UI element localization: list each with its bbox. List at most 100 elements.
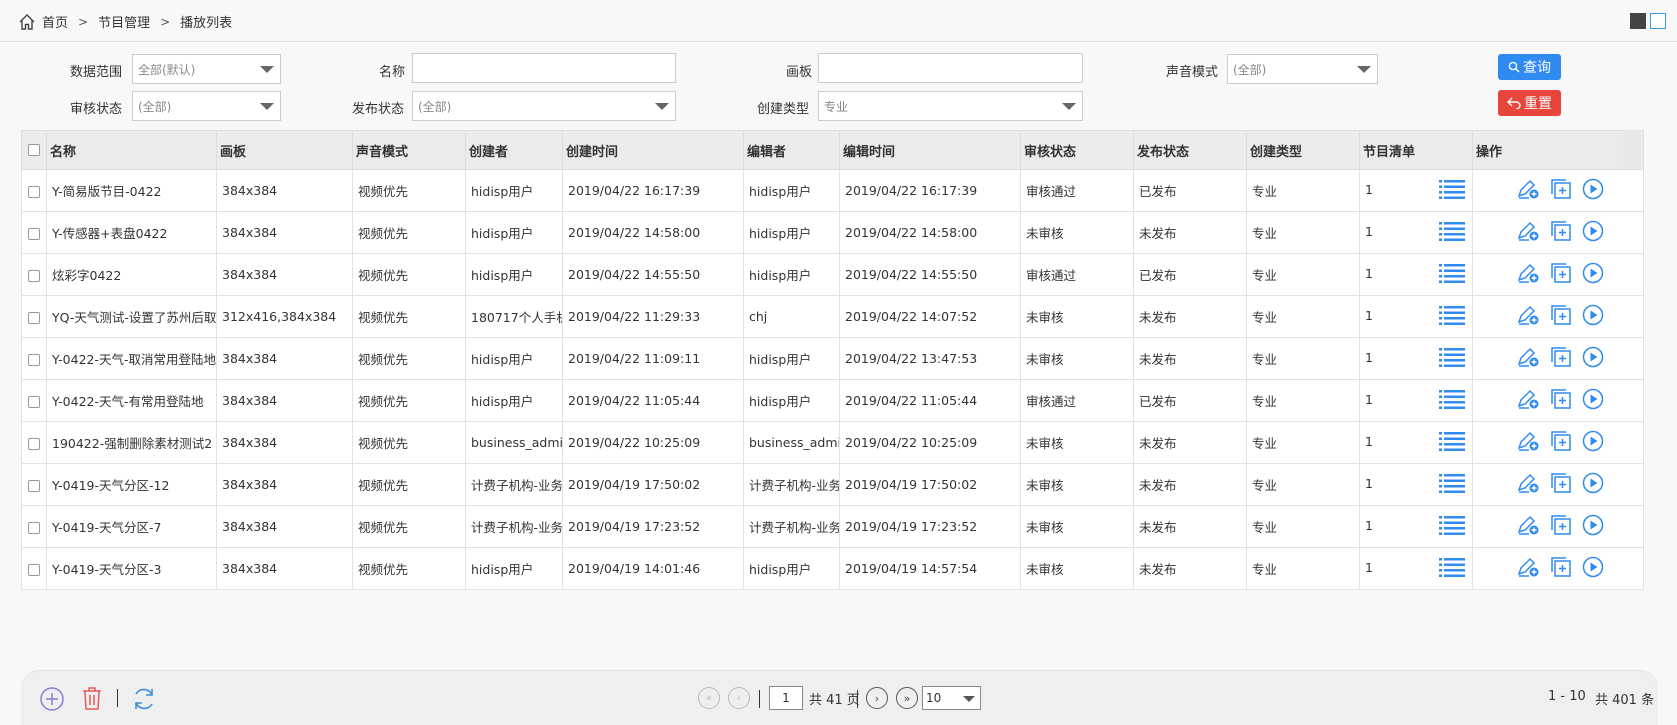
row-checkbox[interactable] [21, 379, 47, 422]
column-header[interactable]: 声音模式 [352, 130, 466, 170]
list-icon[interactable] [1438, 557, 1465, 580]
play-icon[interactable] [1582, 388, 1604, 413]
table-row[interactable]: Y-0419-天气分区-7 384x384 视频优先 计费子机构-业务 2019/04/… [21, 505, 1644, 548]
play-icon[interactable] [1582, 556, 1604, 581]
sound-mode-select[interactable]: (全部) [1227, 54, 1378, 84]
next-page-icon[interactable]: › [866, 687, 888, 709]
grid-view-icon[interactable] [1630, 13, 1646, 29]
column-header[interactable]: 创建者 [465, 130, 563, 170]
table-row[interactable]: 190422-强制删除素材测试2 384x384 视频优先 business_admi… [21, 421, 1644, 464]
publish-status-select[interactable]: (全部) [412, 91, 676, 121]
play-icon[interactable] [1582, 178, 1604, 203]
edit-icon[interactable] [1516, 346, 1540, 371]
reset-button[interactable]: 重置 [1498, 90, 1561, 116]
list-icon[interactable] [1438, 389, 1465, 412]
first-page-icon[interactable]: « [698, 687, 720, 709]
play-icon[interactable] [1582, 514, 1604, 539]
column-header[interactable]: 编辑者 [743, 130, 840, 170]
copy-icon[interactable] [1550, 262, 1572, 287]
last-page-icon[interactable]: » [896, 687, 918, 709]
list-icon[interactable] [1438, 263, 1465, 286]
column-header[interactable]: 发布状态 [1133, 130, 1247, 170]
copy-icon[interactable] [1550, 388, 1572, 413]
row-checkbox[interactable] [21, 169, 47, 212]
play-icon[interactable] [1582, 472, 1604, 497]
prev-page-icon[interactable]: ‹ [728, 687, 750, 709]
copy-icon[interactable] [1550, 304, 1572, 329]
review-status-cell: 未审核 [1020, 337, 1134, 380]
column-header[interactable]: 画板 [216, 130, 353, 170]
list-icon[interactable] [1438, 515, 1465, 538]
table-row[interactable]: Y-0419-天气分区-12 384x384 视频优先 计费子机构-业务 2019/04… [21, 463, 1644, 506]
data-range-select[interactable]: 全部(默认) [132, 54, 281, 84]
select-all-checkbox[interactable] [21, 130, 47, 170]
list-icon[interactable] [1438, 431, 1465, 454]
table-row[interactable]: Y-0422-天气-取消常用登陆地 384x384 视频优先 hidisp用户 2019… [21, 337, 1644, 380]
edit-icon[interactable] [1516, 556, 1540, 581]
play-icon[interactable] [1582, 220, 1604, 245]
page-size-select[interactable]: 10 [922, 686, 981, 710]
table-row[interactable]: Y-简易版节目-0422 384x384 视频优先 hidisp用户 2019/04/2… [21, 169, 1644, 212]
edit-icon[interactable] [1516, 178, 1540, 203]
breadcrumb-program-management[interactable]: 节目管理 [98, 12, 150, 31]
play-icon[interactable] [1582, 430, 1604, 455]
edit-icon[interactable] [1516, 472, 1540, 497]
play-icon[interactable] [1582, 304, 1604, 329]
review-status-select[interactable]: (全部) [132, 91, 281, 121]
query-button[interactable]: 查询 [1498, 54, 1561, 80]
edit-icon[interactable] [1516, 388, 1540, 413]
copy-icon[interactable] [1550, 430, 1572, 455]
table-scrollbar[interactable] [1623, 130, 1641, 169]
row-checkbox[interactable] [21, 505, 47, 548]
chevron-right-icon: > [160, 14, 171, 29]
add-icon[interactable] [39, 686, 65, 712]
row-checkbox[interactable] [21, 337, 47, 380]
column-header[interactable]: 名称 [46, 130, 217, 170]
row-checkbox[interactable] [21, 253, 47, 296]
edit-icon[interactable] [1516, 430, 1540, 455]
row-checkbox[interactable] [21, 547, 47, 590]
name-cell: Y-0419-天气分区-3 [46, 547, 217, 590]
copy-icon[interactable] [1550, 472, 1572, 497]
edit-icon[interactable] [1516, 304, 1540, 329]
panel-input[interactable] [818, 53, 1083, 83]
row-checkbox[interactable] [21, 421, 47, 464]
list-icon[interactable] [1438, 473, 1465, 496]
column-header[interactable]: 编辑时间 [839, 130, 1021, 170]
create-type-select[interactable]: 专业 [818, 91, 1083, 121]
table-row[interactable]: 炫彩字0422 384x384 视频优先 hidisp用户 2019/04/22 14:… [21, 253, 1644, 296]
edit-time-cell: 2019/04/22 14:58:00 [839, 211, 1021, 254]
list-icon[interactable] [1438, 347, 1465, 370]
column-header[interactable]: 创建时间 [562, 130, 744, 170]
copy-icon[interactable] [1550, 346, 1572, 371]
copy-icon[interactable] [1550, 220, 1572, 245]
column-header[interactable]: 创建类型 [1246, 130, 1360, 170]
edit-icon[interactable] [1516, 514, 1540, 539]
column-header[interactable]: 审核状态 [1020, 130, 1134, 170]
row-checkbox[interactable] [21, 295, 47, 338]
table-row[interactable]: Y-0419-天气分区-3 384x384 视频优先 hidisp用户 2019/04/… [21, 547, 1644, 590]
row-checkbox[interactable] [21, 463, 47, 506]
table-row[interactable]: YQ-天气测试-设置了苏州后取 312x416,384x384 视频优先 180717… [21, 295, 1644, 338]
list-icon[interactable] [1438, 221, 1465, 244]
table-row[interactable]: Y-传感器+表盘0422 384x384 视频优先 hidisp用户 2019/04/2… [21, 211, 1644, 254]
delete-icon[interactable] [80, 685, 104, 711]
play-icon[interactable] [1582, 346, 1604, 371]
column-header[interactable]: 节目清单 [1359, 130, 1473, 170]
copy-icon[interactable] [1550, 556, 1572, 581]
home-icon[interactable] [18, 13, 36, 31]
list-icon[interactable] [1438, 179, 1465, 202]
page-number-input[interactable]: 1 [769, 686, 803, 710]
table-row[interactable]: Y-0422-天气-有常用登陆地 384x384 视频优先 hidisp用户 2019/… [21, 379, 1644, 422]
breadcrumb-home[interactable]: 首页 [42, 12, 68, 31]
copy-icon[interactable] [1550, 178, 1572, 203]
edit-icon[interactable] [1516, 262, 1540, 287]
row-checkbox[interactable] [21, 211, 47, 254]
copy-icon[interactable] [1550, 514, 1572, 539]
list-view-icon[interactable] [1650, 13, 1666, 29]
list-icon[interactable] [1438, 305, 1465, 328]
edit-icon[interactable] [1516, 220, 1540, 245]
name-input[interactable] [412, 53, 676, 83]
refresh-icon[interactable] [130, 685, 158, 713]
play-icon[interactable] [1582, 262, 1604, 287]
